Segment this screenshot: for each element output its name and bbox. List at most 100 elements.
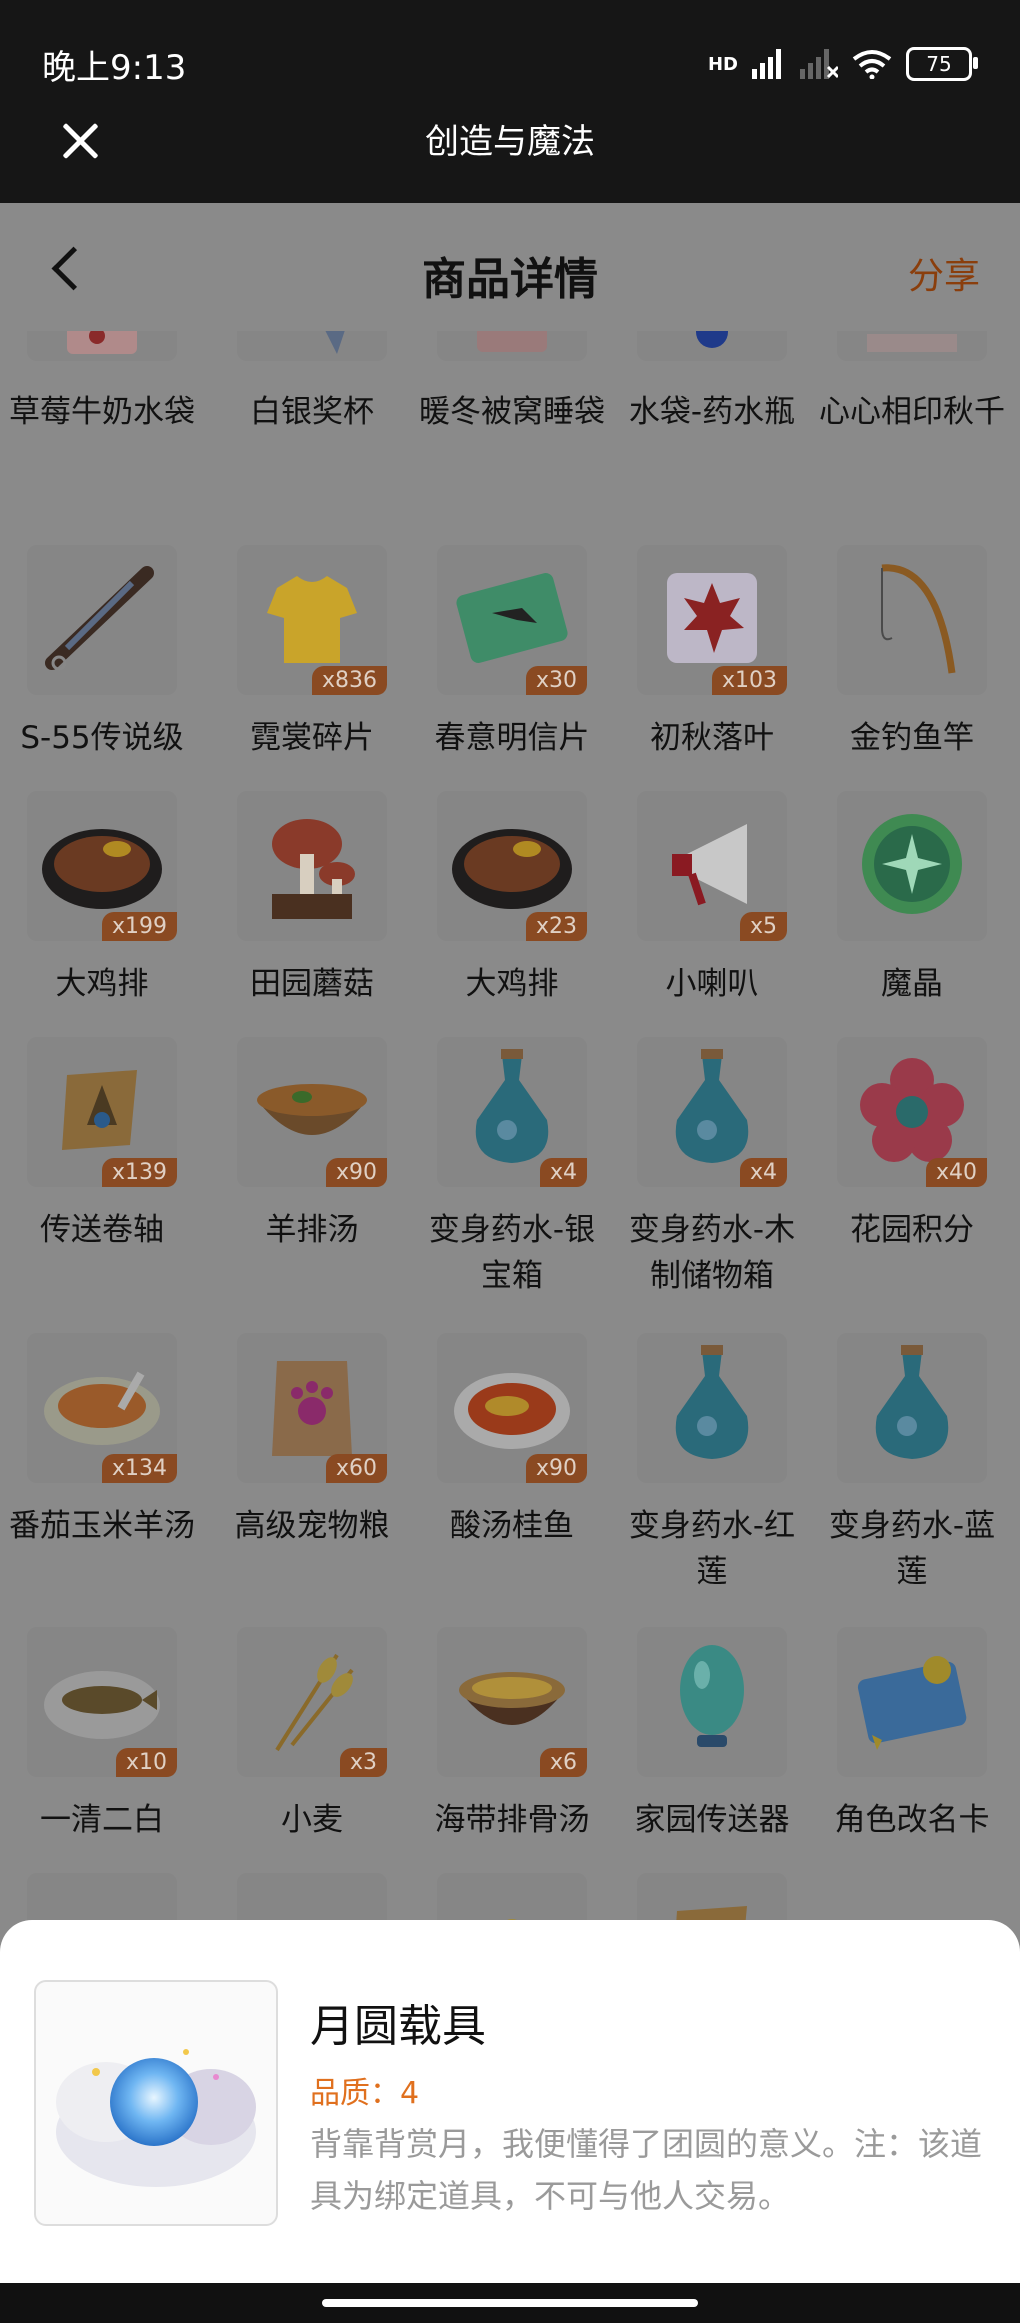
item-name: 金钓鱼竿	[850, 720, 974, 756]
item-thumbnail[interactable]: x90	[237, 1037, 387, 1187]
item-count-badge: x4	[539, 1158, 587, 1187]
item-thumbnail[interactable]: x134	[27, 1333, 177, 1483]
item-name: 魔晶	[881, 966, 943, 1002]
postcard-icon	[447, 558, 577, 682]
status-time: 晚上9:13	[42, 48, 187, 88]
item-thumbnail[interactable]: x4	[637, 1037, 787, 1187]
item-count-badge: x199	[101, 912, 177, 941]
app-title: 创造与魔法	[425, 122, 595, 162]
item-thumbnail[interactable]	[837, 331, 987, 361]
status-icons: HD 75	[707, 44, 978, 84]
item-name: 变身药水-蓝莲	[828, 1508, 996, 1590]
swing-icon	[852, 331, 972, 361]
item-thumbnail[interactable]	[637, 1333, 787, 1483]
soup-pot-icon	[447, 1640, 577, 1764]
item-thumbnail[interactable]: x10	[27, 1627, 177, 1777]
wifi-icon	[852, 50, 892, 79]
potion-icon	[657, 1341, 767, 1475]
item-thumbnail[interactable]	[27, 545, 177, 695]
item-thumbnail[interactable]	[237, 331, 387, 361]
mushroom-icon	[252, 799, 372, 933]
item-name: 霓裳碎片	[250, 720, 374, 756]
rifle-icon	[37, 553, 167, 687]
item-thumbnail[interactable]: x30	[437, 545, 587, 695]
item-thumbnail[interactable]	[837, 545, 987, 695]
item-thumbnail[interactable]	[837, 791, 987, 941]
item-thumbnail[interactable]: x199	[27, 791, 177, 941]
item-thumbnail[interactable]: x4	[437, 1037, 587, 1187]
item-name: 春意明信片	[434, 720, 590, 756]
item-name: 家园传送器	[634, 1802, 790, 1838]
item-thumbnail[interactable]: x6	[437, 1627, 587, 1777]
soup-plate-icon	[37, 1351, 167, 1465]
item-count-badge: x90	[525, 1454, 587, 1483]
item-thumbnail[interactable]: x23	[437, 791, 587, 941]
flower-icon	[852, 1050, 972, 1174]
item-thumbnail[interactable]	[837, 1627, 987, 1777]
item-count-badge: x30	[525, 666, 587, 695]
item-count-badge: x4	[739, 1158, 787, 1187]
battery-level: 75	[926, 52, 952, 76]
share-button[interactable]: 分享	[908, 247, 980, 299]
fishing-rod-icon	[852, 553, 972, 687]
item-count-badge: x40	[925, 1158, 987, 1187]
system-nav-bar	[0, 2283, 1020, 2323]
item-name: 水袋-药水瓶	[628, 394, 796, 430]
item-thumbnail[interactable]: x5	[637, 791, 787, 941]
item-name: 番茄玉米羊汤	[9, 1508, 195, 1544]
item-count-badge: x134	[101, 1454, 177, 1483]
maple-leaf-icon	[652, 558, 772, 682]
item-count-badge: x10	[115, 1748, 177, 1777]
item-name: 花园积分	[850, 1212, 974, 1248]
item-name: 变身药水-红莲	[628, 1508, 796, 1590]
item-thumbnail[interactable]: x60	[237, 1333, 387, 1483]
item-count-badge: x5	[739, 912, 787, 941]
item-thumbnail[interactable]	[637, 1627, 787, 1777]
item-name: 大鸡排	[465, 966, 559, 1002]
item-thumbnail[interactable]	[237, 791, 387, 941]
potion-icon	[857, 1341, 967, 1475]
item-name: 暖冬被窝睡袋	[419, 394, 605, 430]
home-indicator[interactable]	[322, 2299, 698, 2307]
item-name: 田园蘑菇	[250, 966, 374, 1002]
item-thumbnail[interactable]	[27, 331, 177, 361]
item-thumbnail[interactable]: x40	[837, 1037, 987, 1187]
item-thumbnail[interactable]	[437, 331, 587, 361]
signal-weak-icon	[800, 49, 838, 79]
item-thumbnail[interactable]: x103	[637, 545, 787, 695]
item-thumbnail[interactable]: x836	[237, 545, 387, 695]
detail-quality: 品质：4	[310, 2076, 420, 2111]
item-count-badge: x23	[525, 912, 587, 941]
teleporter-egg-icon	[657, 1635, 767, 1769]
item-thumbnail[interactable]	[637, 331, 787, 361]
item-name: 羊排汤	[265, 1212, 359, 1248]
megaphone-icon	[652, 804, 772, 928]
status-bar: 晚上9:13 HD 75	[0, 0, 1020, 110]
detail-description: 背靠背赏月，我便懂得了团圆的意义。注：该道具为绑定道具，不可与他人交易。	[310, 2125, 983, 2215]
item-name: 白银奖杯	[250, 394, 374, 430]
magic-crystal-icon	[852, 804, 972, 928]
item-thumbnail[interactable]	[837, 1333, 987, 1483]
item-name: 初秋落叶	[650, 720, 774, 756]
network-type-label: HD	[707, 53, 738, 75]
item-count-badge: x3	[339, 1748, 387, 1777]
item-count-badge: x139	[101, 1158, 177, 1187]
sleeping-bag-icon	[452, 331, 572, 361]
item-name: 传送卷轴	[40, 1212, 164, 1248]
item-thumbnail[interactable]: x3	[237, 1627, 387, 1777]
item-thumbnail[interactable]: x139	[27, 1037, 177, 1187]
fish-plate-icon	[37, 1645, 167, 1759]
item-name: 小麦	[281, 1802, 343, 1838]
chicken-cutlet-icon	[37, 809, 167, 923]
item-name: 角色改名卡	[834, 1802, 990, 1838]
item-name: 高级宠物粮	[234, 1508, 390, 1544]
strawberry-milk-bag-icon	[42, 331, 162, 361]
item-thumbnail[interactable]: x90	[437, 1333, 587, 1483]
detail-item-name: 月圆载具	[310, 2001, 486, 2052]
item-count-badge: x90	[325, 1158, 387, 1187]
rename-card-icon	[847, 1640, 977, 1764]
item-name: S-55传说级	[20, 720, 184, 756]
moon-vehicle-icon	[34, 1980, 278, 2226]
item-count-badge: x60	[325, 1454, 387, 1483]
item-detail-sheet: 月圆载具 品质：4 背靠背赏月，我便懂得了团圆的意义。注：该道具为绑定道具，不可…	[0, 1920, 1020, 2283]
